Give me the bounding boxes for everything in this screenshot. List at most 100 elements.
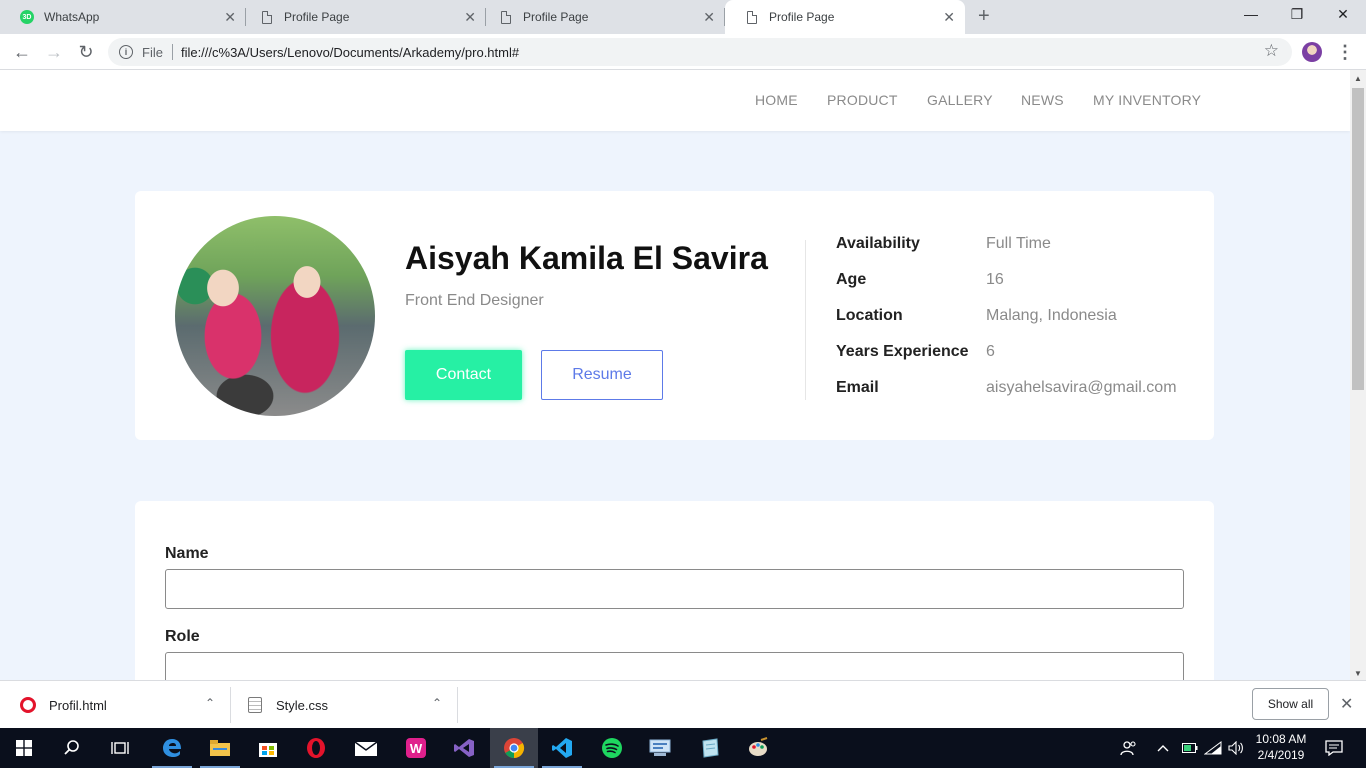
battery-icon[interactable] <box>1182 728 1198 768</box>
contact-button[interactable]: Contact <box>405 350 522 400</box>
download-item-style-css[interactable]: Style.css ⌃ <box>231 681 458 729</box>
nav-my-inventory[interactable]: MY INVENTORY <box>1093 92 1201 108</box>
close-window-button[interactable]: ✕ <box>1320 4 1366 24</box>
paint-icon[interactable] <box>734 728 782 768</box>
minimize-button[interactable]: — <box>1228 4 1274 24</box>
detail-label: Years Experience <box>836 343 969 360</box>
close-icon[interactable]: ✕ <box>464 9 476 25</box>
clock-date: 2/4/2019 <box>1257 748 1305 762</box>
windows-taskbar: W 10:08 AM 2/4/2019 <box>0 728 1366 768</box>
detail-label: Email <box>836 379 879 396</box>
site-navbar: HOME PRODUCT GALLERY NEWS MY INVENTORY <box>0 70 1350 131</box>
svg-text:W: W <box>410 741 423 756</box>
notes-app-icon[interactable] <box>686 728 734 768</box>
nav-news[interactable]: NEWS <box>1021 92 1064 108</box>
detail-value: Full Time <box>986 235 1051 252</box>
role-field-label: Role <box>165 628 200 645</box>
opera-icon <box>20 697 36 713</box>
detail-label: Availability <box>836 235 920 252</box>
chevron-up-icon[interactable] <box>1157 728 1169 768</box>
detail-label: Location <box>836 307 903 324</box>
chrome-icon[interactable] <box>490 728 538 768</box>
close-icon[interactable]: ✕ <box>943 9 955 25</box>
nav-product[interactable]: PRODUCT <box>827 92 898 108</box>
reload-icon[interactable]: ↻ <box>75 41 97 63</box>
omnibox-separator <box>171 44 173 60</box>
css-file-icon <box>248 697 262 713</box>
tab-profile-page-2[interactable]: Profile Page ✕ <box>479 0 725 34</box>
close-icon[interactable]: ✕ <box>1340 694 1353 714</box>
scheme-label: File <box>142 44 163 60</box>
detail-value: aisyahelsavira@gmail.com <box>986 379 1177 396</box>
tab-title: Profile Page <box>523 10 589 24</box>
clock-time: 10:08 AM <box>1255 732 1307 746</box>
taskbar-clock[interactable]: 10:08 AM 2/4/2019 <box>1248 731 1314 763</box>
close-icon[interactable]: ✕ <box>703 9 715 25</box>
menu-dots-icon[interactable]: ⋮ <box>1336 40 1354 64</box>
file-explorer-icon[interactable] <box>196 728 244 768</box>
new-tab-button[interactable]: + <box>978 6 990 26</box>
close-icon[interactable]: ✕ <box>224 9 236 25</box>
vertical-divider <box>805 240 806 400</box>
profile-name: Aisyah Kamila El Savira <box>405 240 768 276</box>
chevron-up-icon[interactable]: ⌃ <box>205 696 215 710</box>
profile-form-card: Name Role <box>135 501 1214 680</box>
bookmark-star-icon[interactable]: ☆ <box>1264 41 1279 61</box>
nav-gallery[interactable]: GALLERY <box>927 92 993 108</box>
nav-home[interactable]: HOME <box>755 92 798 108</box>
profile-card: Aisyah Kamila El Savira Front End Design… <box>135 191 1214 440</box>
document-icon <box>499 10 513 24</box>
edge-icon[interactable] <box>148 728 196 768</box>
vscode-icon[interactable] <box>538 728 586 768</box>
page-scrollbar[interactable]: ▲ ▼ <box>1350 70 1366 680</box>
tab-title: Profile Page <box>769 10 835 24</box>
info-icon[interactable]: i <box>119 45 133 59</box>
tab-whatsapp[interactable]: 3D WhatsApp ✕ <box>0 0 246 34</box>
url-text[interactable]: file:///c%3A/Users/Lenovo/Documents/Arka… <box>181 45 519 60</box>
chevron-up-icon[interactable]: ⌃ <box>432 696 442 710</box>
detail-value: 16 <box>986 271 1004 288</box>
volume-icon[interactable] <box>1228 728 1244 768</box>
show-all-button[interactable]: Show all <box>1252 688 1329 720</box>
download-filename: Style.css <box>276 697 329 713</box>
resume-button[interactable]: Resume <box>541 350 663 400</box>
search-icon[interactable] <box>48 728 96 768</box>
profile-photo <box>175 216 375 416</box>
role-field[interactable] <box>165 652 1184 680</box>
store-icon[interactable] <box>244 728 292 768</box>
detail-label: Age <box>836 271 867 288</box>
document-icon <box>260 10 274 24</box>
download-shelf: Profil.html ⌃ Style.css ⌃ Show all ✕ <box>0 680 1366 728</box>
profile-avatar-icon[interactable] <box>1302 42 1322 62</box>
download-filename: Profil.html <box>49 697 107 713</box>
wifi-icon[interactable] <box>1204 728 1222 768</box>
address-bar[interactable]: i File file:///c%3A/Users/Lenovo/Documen… <box>108 38 1292 66</box>
detail-value: 6 <box>986 343 995 360</box>
windows-start-icon[interactable] <box>0 728 48 768</box>
opera-browser-icon[interactable] <box>292 728 340 768</box>
notification-center-icon[interactable] <box>1325 728 1343 768</box>
scroll-up-icon[interactable]: ▲ <box>1354 74 1362 83</box>
document-icon <box>745 10 759 24</box>
wamp-icon[interactable]: W <box>392 728 440 768</box>
people-icon[interactable] <box>1120 728 1138 768</box>
tab-profile-page-active[interactable]: Profile Page ✕ <box>725 0 965 34</box>
task-view-icon[interactable] <box>96 728 144 768</box>
restore-button[interactable]: ❐ <box>1274 4 1320 24</box>
visual-studio-icon[interactable] <box>440 728 488 768</box>
network-tool-icon[interactable] <box>636 728 684 768</box>
download-item-profil-html[interactable]: Profil.html ⌃ <box>0 681 231 729</box>
spotify-icon[interactable] <box>588 728 636 768</box>
mail-icon[interactable] <box>342 728 390 768</box>
back-arrow-icon[interactable]: ← <box>11 41 33 63</box>
name-field[interactable] <box>165 569 1184 609</box>
tab-title: Profile Page <box>284 10 350 24</box>
whatsapp-icon: 3D <box>20 10 34 24</box>
browser-toolbar: ← → ↻ i File file:///c%3A/Users/Lenovo/D… <box>0 34 1366 70</box>
scrollbar-thumb[interactable] <box>1352 88 1364 390</box>
page-viewport: HOME PRODUCT GALLERY NEWS MY INVENTORY A… <box>0 70 1350 680</box>
scroll-down-icon[interactable]: ▼ <box>1354 669 1362 678</box>
forward-arrow-icon[interactable]: → <box>43 41 65 63</box>
tab-profile-page-1[interactable]: Profile Page ✕ <box>240 0 486 34</box>
browser-tab-strip: 3D WhatsApp ✕ Profile Page ✕ Profile Pag… <box>0 0 1366 34</box>
